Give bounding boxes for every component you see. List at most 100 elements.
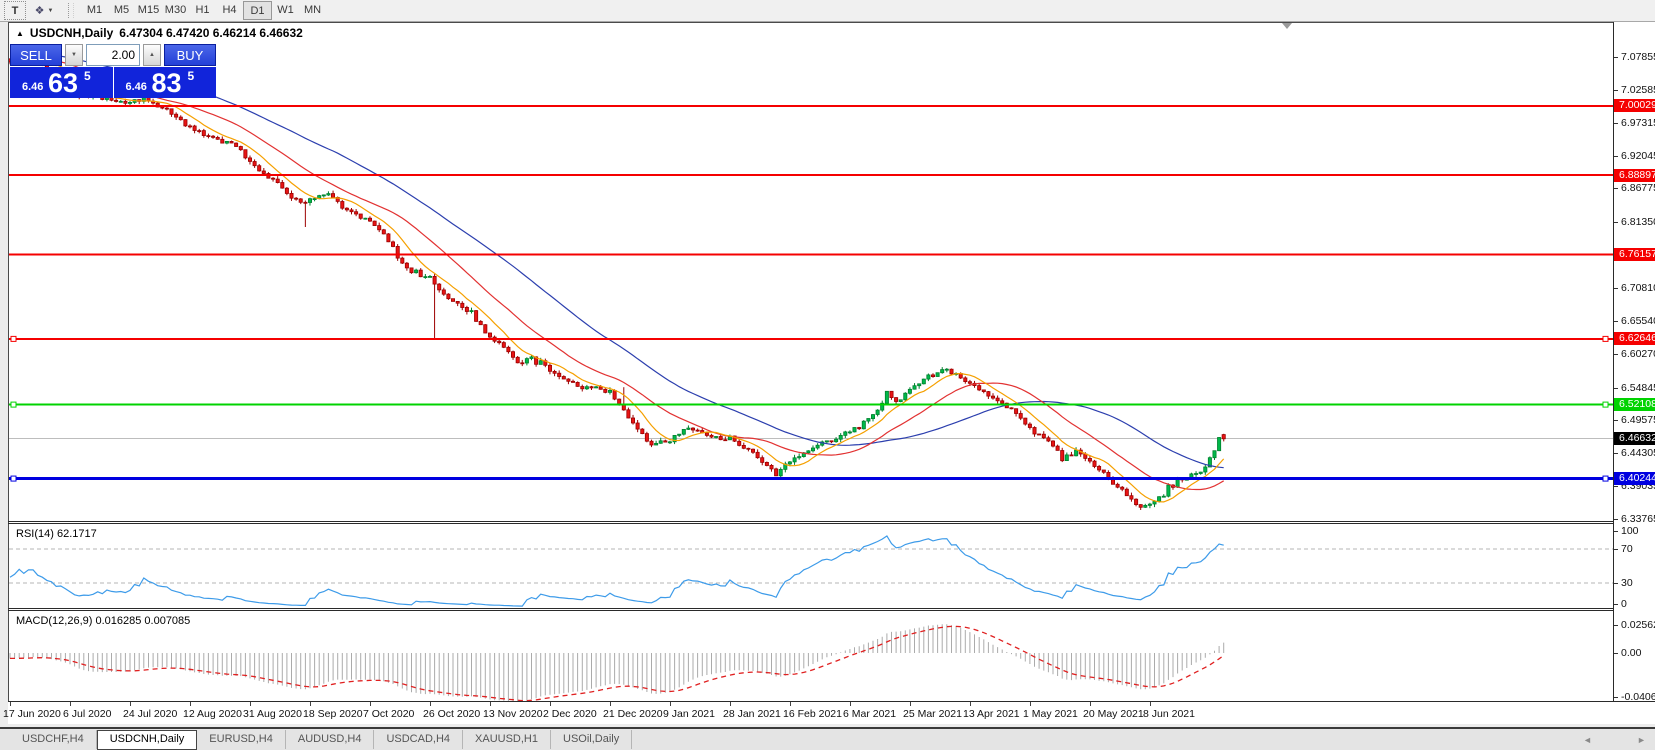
chart-tab-usdchf[interactable]: USDCHF,H4: [10, 730, 97, 749]
axis-label: 6.97315: [1621, 117, 1655, 129]
axis-label: [1614, 222, 1618, 223]
date-tick: [550, 702, 551, 706]
chart-tab-usdcnh[interactable]: USDCNH,Daily: [96, 730, 198, 750]
axis-label: 6.65540: [1621, 315, 1655, 327]
chart-tab-xauusd[interactable]: XAUUSD,H1: [463, 730, 551, 749]
chart-tab-usoil[interactable]: USOil,Daily: [551, 730, 633, 749]
date-tick: [310, 702, 311, 706]
buy-price-sup: 5: [187, 69, 195, 83]
date-label: 25 Mar 2021: [903, 708, 962, 720]
toolbar-gripper[interactable]: [68, 3, 74, 18]
timeframe-button-m5[interactable]: M5: [108, 1, 135, 18]
mt4-terminal: T ❖ ▼ M1M5M15M30H1H4D1W1MN 7.07855 7.0258…: [0, 0, 1655, 750]
text-tool-button[interactable]: T: [4, 1, 26, 20]
sell-price-big: 63: [48, 68, 79, 98]
price-badge: 6.40244: [1614, 472, 1655, 485]
date-tick: [1090, 702, 1091, 706]
volume-increase-button[interactable]: ▲: [143, 44, 161, 66]
buy-quote[interactable]: 6.46 83 5: [112, 67, 217, 98]
date-tick: [670, 702, 671, 706]
axis-label: 6.49575: [1621, 414, 1655, 426]
date-label: 6 Jul 2020: [63, 708, 112, 720]
tab-scroll-right-button[interactable]: ►: [1637, 735, 1646, 745]
objects-tool-button[interactable]: ❖ ▼: [28, 2, 60, 19]
sell-button[interactable]: SELL: [10, 44, 62, 66]
axis-label: [1614, 531, 1618, 532]
date-label: 13 Nov 2020: [483, 708, 543, 720]
buy-button[interactable]: BUY: [164, 44, 216, 66]
timeframe-button-m15[interactable]: M15: [135, 1, 162, 18]
axis-label: [1614, 549, 1618, 550]
date-tick: [970, 702, 971, 706]
chart-tab-usdcad[interactable]: USDCAD,H4: [374, 730, 464, 749]
sell-price-prefix: 6.46: [22, 81, 44, 93]
axis-label: [1614, 519, 1618, 520]
price-chart[interactable]: [9, 23, 1613, 521]
volume-input[interactable]: [86, 44, 140, 66]
axis-label: 0: [1621, 598, 1627, 610]
date-tick: [250, 702, 251, 706]
axis-label: 7.02585: [1621, 84, 1655, 96]
tab-scroll-left-button[interactable]: ◄: [1583, 735, 1592, 745]
date-label: 2 Dec 2020: [543, 708, 597, 720]
date-label: 1 May 2021: [1023, 708, 1078, 720]
timeframe-button-h1[interactable]: H1: [189, 1, 216, 18]
timeframe-toolbar: M1 M5 M15 M30 H1 H4 D1 W1 MN: [81, 1, 326, 20]
price-axis[interactable]: 7.07855 7.02585 6.97315 6.92045 6.86775 6.813…: [1614, 22, 1655, 702]
axis-label: 6.33765: [1621, 513, 1655, 525]
date-axis[interactable]: 17 Jun 2020 6 Jul 2020 24 Jul 2020 12 Aug 2…: [3, 701, 1655, 724]
timeframe-button-d1[interactable]: D1: [243, 1, 272, 20]
timeframe-button-m1[interactable]: M1: [81, 1, 108, 18]
axis-label: 70: [1621, 543, 1633, 555]
date-label: 12 Aug 2020: [183, 708, 242, 720]
panel-separator[interactable]: [8, 608, 1613, 609]
timeframe-button-m30[interactable]: M30: [162, 1, 189, 18]
axis-label: [1614, 420, 1618, 421]
macd-label: MACD(12,26,9) 0.016285 0.007085: [16, 615, 191, 627]
date-label: 7 Oct 2020: [363, 708, 415, 720]
date-label: 28 Jan 2021: [723, 708, 781, 720]
axis-label: [1614, 653, 1618, 654]
volume-decrease-button[interactable]: ▼: [65, 44, 83, 66]
macd-panel[interactable]: [9, 611, 1613, 701]
axis-label: [1614, 123, 1618, 124]
timeframe-button-mn[interactable]: MN: [299, 1, 326, 18]
axis-label: [1614, 288, 1618, 289]
axis-label: 6.81350: [1621, 216, 1655, 228]
panel-separator[interactable]: [8, 521, 1613, 522]
axis-label: [1614, 321, 1618, 322]
axis-label: [1614, 486, 1618, 487]
buy-price-prefix: 6.46: [125, 81, 147, 93]
date-label: 9 Jan 2021: [663, 708, 715, 720]
axis-label: 6.86775: [1621, 182, 1655, 194]
axis-label: [1614, 188, 1618, 189]
chart-shift-marker-icon[interactable]: [1282, 23, 1292, 29]
date-tick: [190, 702, 191, 706]
axis-label: 6.70810: [1621, 282, 1655, 294]
date-label: 8 Jun 2021: [1143, 708, 1195, 720]
date-tick: [370, 702, 371, 706]
axis-label: 6.54845: [1621, 382, 1655, 394]
chart-tab-audusd[interactable]: AUDUSD,H4: [286, 730, 375, 749]
axis-label: 7.07855: [1621, 51, 1655, 63]
sell-quote[interactable]: 6.46 63 5: [10, 67, 113, 98]
date-label: 18 Sep 2020: [303, 708, 363, 720]
axis-label: 6.44305: [1621, 447, 1655, 459]
axis-label: [1614, 388, 1618, 389]
toolbar: T ❖ ▼ M1 M5 M15 M30 H1 H4 D1 W1 MN: [0, 0, 1655, 22]
date-label: 21 Dec 2020: [603, 708, 663, 720]
chart-tab-bar: USDCHF,H4 USDCNH,Daily EURUSD,H4 AUDUSD,H4 U…: [0, 727, 1655, 750]
panel-separator: [8, 523, 1613, 524]
axis-label: [1614, 90, 1618, 91]
price-badge: 6.52108: [1614, 398, 1655, 411]
timeframe-button-h4[interactable]: H4: [216, 1, 243, 18]
date-label: 24 Jul 2020: [123, 708, 178, 720]
date-label: 26 Oct 2020: [423, 708, 481, 720]
rsi-panel[interactable]: [9, 524, 1613, 608]
chart-tab-eurusd[interactable]: EURUSD,H4: [197, 730, 286, 749]
date-tick: [130, 702, 131, 706]
price-badge: 7.00029: [1614, 99, 1655, 112]
axis-label: 6.60270: [1621, 348, 1655, 360]
timeframe-button-w1[interactable]: W1: [272, 1, 299, 18]
price-badge: 6.62646: [1614, 332, 1655, 345]
